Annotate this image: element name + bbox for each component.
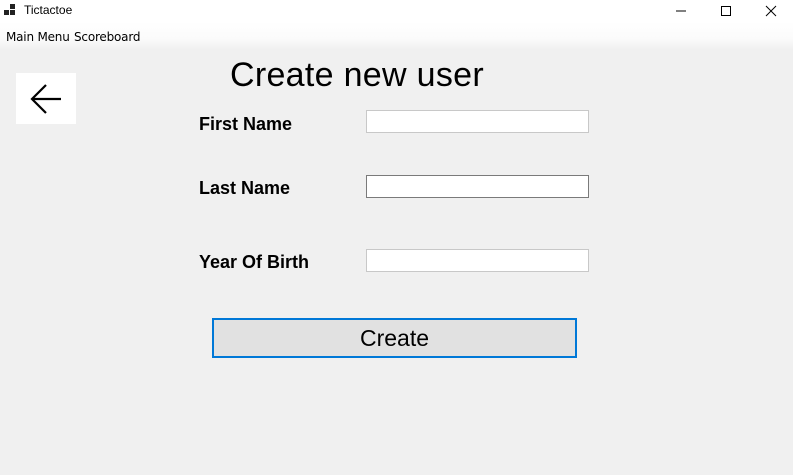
first-name-label: First Name	[199, 114, 293, 134]
arrow-left-icon	[30, 83, 61, 114]
close-button[interactable]	[748, 0, 794, 22]
close-icon	[765, 5, 777, 17]
year-of-birth-field[interactable]	[366, 249, 589, 272]
minimize-button[interactable]	[658, 0, 704, 22]
app-icon	[4, 4, 15, 15]
menu-bar: Main Menu Scoreboard	[0, 22, 795, 50]
maximize-button[interactable]	[703, 0, 749, 22]
window-title: Tictactoe	[24, 3, 73, 17]
first-name-field[interactable]	[366, 110, 589, 133]
maximize-icon	[721, 6, 731, 16]
year-of-birth-label: Year Of Birth	[199, 252, 310, 272]
window-titlebar: Tictactoe	[0, 0, 795, 22]
back-button[interactable]	[16, 73, 76, 124]
last-name-label: Last Name	[199, 178, 291, 198]
menu-item-scoreboard[interactable]: Scoreboard	[74, 30, 140, 44]
last-name-field[interactable]	[366, 175, 589, 198]
menu-item-main-menu[interactable]: Main Menu	[6, 30, 70, 44]
create-button[interactable]: Create	[212, 318, 577, 358]
page-title: Create new user	[230, 56, 484, 94]
minimize-icon	[676, 10, 686, 12]
